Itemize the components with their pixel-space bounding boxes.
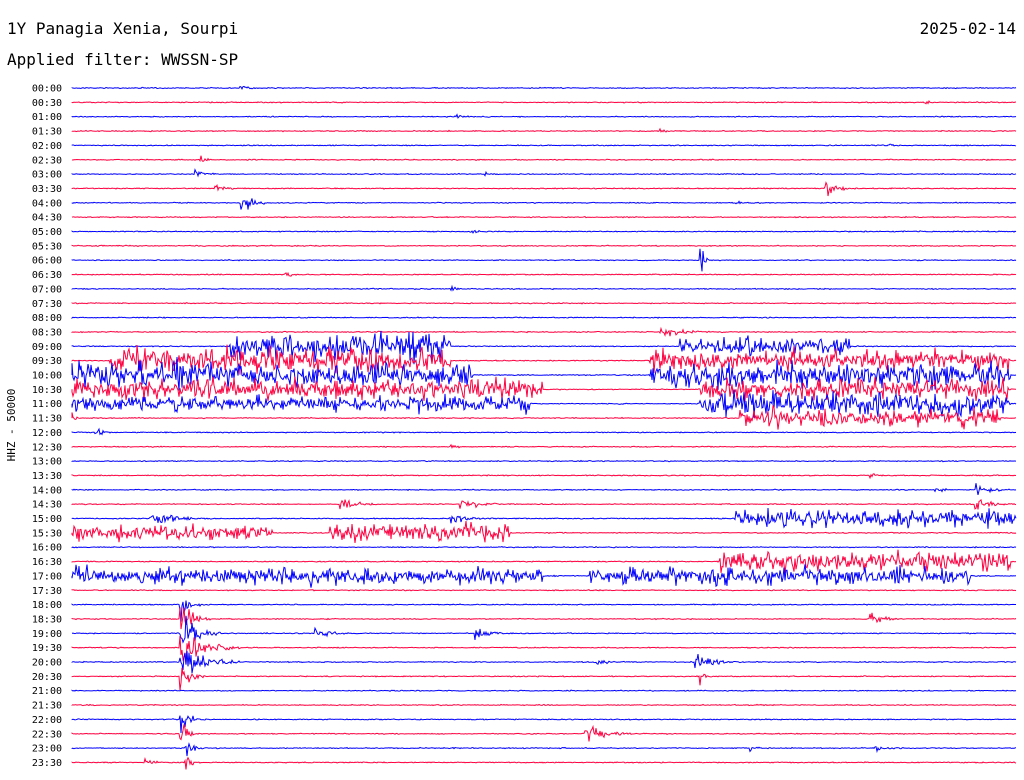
trace-line (71, 330, 1017, 365)
trace-line (71, 549, 1017, 574)
row-time-label: 23:30 (32, 758, 62, 769)
trace-line (71, 703, 1017, 707)
trace-line (71, 689, 1017, 692)
row-time-label: 11:00 (32, 399, 62, 410)
trace-line (71, 507, 1017, 529)
trace-line (71, 473, 1017, 480)
row-time-label: 09:30 (32, 356, 62, 367)
row-time-label: 02:30 (32, 155, 62, 166)
row-time-label: 07:00 (32, 284, 62, 295)
trace-line (71, 498, 1017, 510)
row-time-label: 07:30 (32, 299, 62, 310)
row-time-label: 18:00 (32, 600, 62, 611)
trace-line (71, 113, 1017, 119)
row-time-label: 19:00 (32, 629, 62, 640)
trace-line (71, 588, 1017, 592)
row-time-label: 13:00 (32, 457, 62, 468)
row-time-label: 11:30 (32, 414, 62, 425)
trace-line (71, 427, 1017, 436)
trace-line (71, 215, 1017, 219)
row-time-label: 16:00 (32, 543, 62, 554)
row-time-label: 00:00 (32, 84, 62, 95)
trace-line (71, 564, 1017, 588)
row-time-label: 03:30 (32, 184, 62, 195)
row-time-label: 05:30 (32, 241, 62, 252)
trace-line (71, 715, 1017, 734)
row-time-label: 21:00 (32, 686, 62, 697)
row-time-label: 03:00 (32, 170, 62, 181)
row-time-label: 12:00 (32, 428, 62, 439)
row-time-label: 02:00 (32, 141, 62, 152)
trace-line (71, 756, 1017, 770)
trace-line (71, 404, 1016, 430)
row-time-label: 00:30 (32, 98, 62, 109)
row-time-label: 18:30 (32, 614, 62, 625)
trace-line (71, 326, 1017, 337)
row-time-label: 20:00 (32, 658, 62, 669)
trace-line (71, 459, 1017, 463)
trace-line (71, 607, 1017, 630)
row-time-label: 15:30 (32, 528, 62, 539)
trace-line (71, 248, 1017, 272)
helicorder-plot: 00:00 00:30 01:00 01:30 02:00 02:30 03:00 03:30… (32, 84, 1017, 770)
trace-line (71, 155, 1017, 163)
trace-line (71, 521, 1017, 543)
row-time-label: 22:30 (32, 729, 62, 740)
row-time-label: 01:30 (32, 127, 62, 138)
row-time-label: 12:30 (32, 442, 62, 453)
row-time-label: 22:00 (32, 715, 62, 726)
row-time-label: 21:30 (32, 701, 62, 712)
trace-line (71, 376, 1016, 402)
row-time-label: 15:00 (32, 514, 62, 525)
trace-line (71, 545, 1017, 549)
trace-line (71, 667, 1017, 691)
trace-line (71, 316, 1017, 320)
row-time-label: 23:00 (32, 744, 62, 755)
trace-line (71, 127, 1017, 133)
row-time-label: 09:00 (32, 342, 62, 353)
row-time-label: 14:30 (32, 500, 62, 511)
trace-line (71, 85, 1017, 91)
row-time-label: 04:00 (32, 198, 62, 209)
trace-line (71, 302, 1017, 305)
row-time-label: 10:30 (32, 385, 62, 396)
row-time-label: 05:00 (32, 227, 62, 238)
trace-line (71, 724, 1017, 742)
row-time-label: 14:00 (32, 485, 62, 496)
row-time-label: 06:30 (32, 270, 62, 281)
row-time-label: 17:00 (32, 571, 62, 582)
row-time-label: 08:00 (32, 313, 62, 324)
trace-line (71, 615, 1016, 644)
trace-line (71, 443, 1017, 449)
trace-line (71, 284, 1017, 292)
trace-line (71, 483, 1017, 496)
row-time-label: 04:30 (32, 213, 62, 224)
row-time-label: 06:00 (32, 256, 62, 267)
trace-line (71, 168, 1017, 178)
row-time-label: 13:30 (32, 471, 62, 482)
trace-line (71, 344, 1017, 377)
row-time-label: 19:30 (32, 643, 62, 654)
trace-line (71, 271, 1017, 277)
trace-line (71, 389, 1017, 418)
row-time-label: 20:30 (32, 672, 62, 683)
trace-line (71, 198, 1017, 210)
trace-line (71, 742, 1017, 757)
trace-line (71, 244, 1016, 248)
trace-line (71, 229, 1017, 234)
trace-line (71, 650, 1017, 674)
row-time-label: 10:00 (32, 371, 62, 382)
trace-line (71, 143, 1017, 147)
row-time-label: 16:30 (32, 557, 62, 568)
row-time-label: 17:30 (32, 586, 62, 597)
row-time-label: 01:00 (32, 112, 62, 123)
trace-line (71, 181, 1017, 197)
row-time-label: 08:30 (32, 327, 62, 338)
trace-line (71, 99, 1017, 105)
